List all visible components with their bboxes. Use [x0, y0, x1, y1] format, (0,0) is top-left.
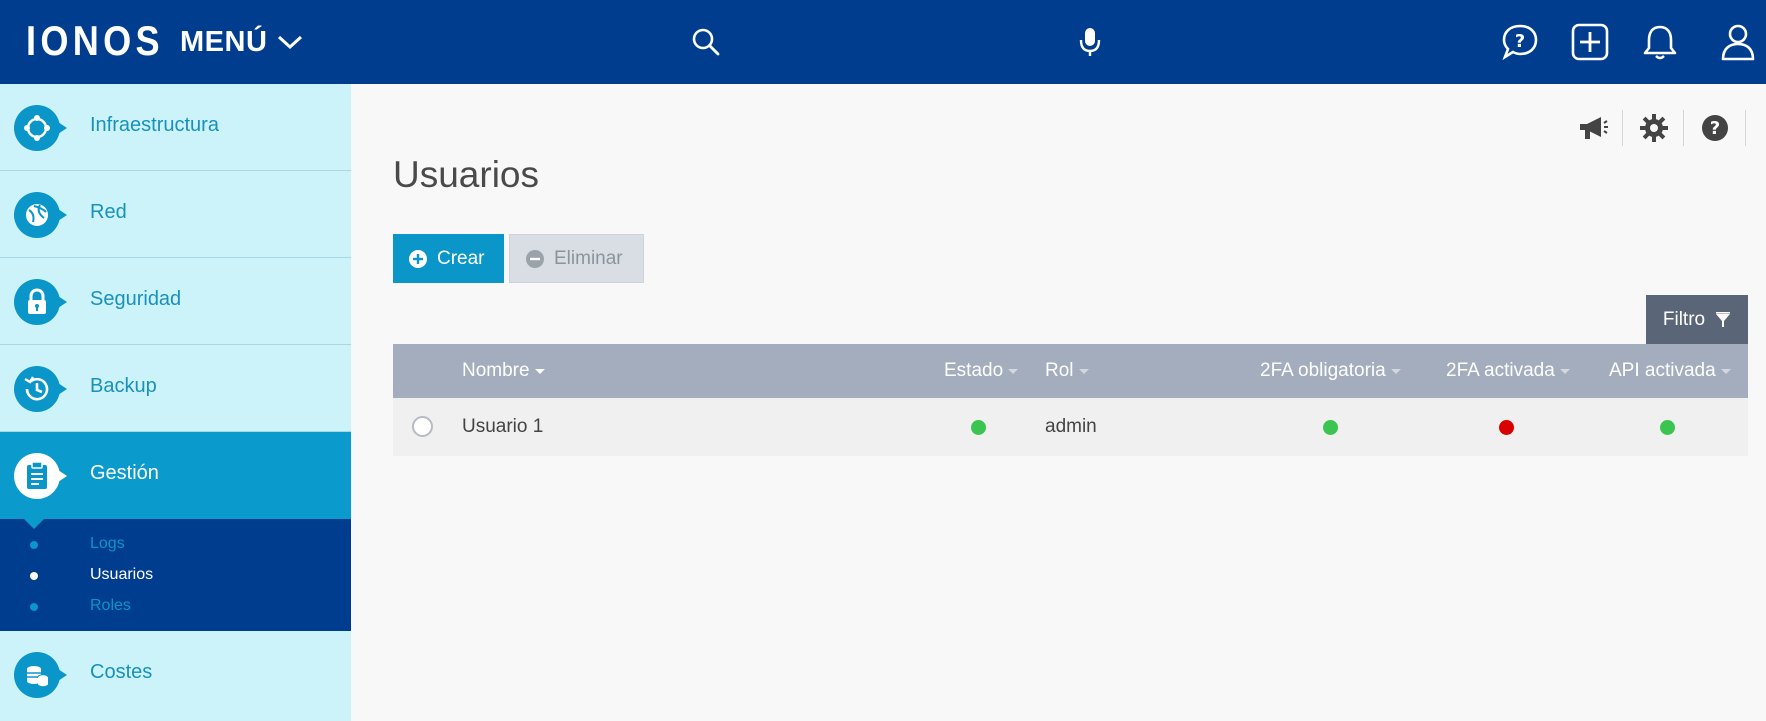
table-header: Nombre Estado Rol 2FA obligatoria 2FA ac…: [393, 344, 1748, 398]
sort-caret-icon: [1008, 368, 1019, 374]
delete-button-label: Eliminar: [554, 247, 623, 269]
sidebar-item-backup[interactable]: Backup: [0, 345, 351, 432]
filter-icon: [1716, 311, 1731, 327]
column-label: Rol: [1045, 360, 1074, 381]
infrastructure-icon: [14, 105, 67, 151]
bullet-dot: [30, 572, 38, 580]
sidebar-item-label: Red: [90, 201, 127, 223]
status-dot-2fa-obligatoria: [1323, 420, 1338, 435]
submenu-item-label: Logs: [90, 535, 125, 552]
plus-circle-icon: [409, 249, 427, 268]
sort-caret-icon: [534, 368, 545, 374]
svg-text:?: ?: [1710, 118, 1720, 139]
submenu-item-roles[interactable]: Roles: [0, 593, 351, 621]
submenu-gestion: Logs Usuarios Roles: [0, 519, 351, 631]
sidebar-item-label: Seguridad: [90, 288, 182, 310]
microphone-icon[interactable]: [1068, 20, 1112, 64]
column-header-2fa-obligatoria[interactable]: 2FA obligatoria: [1260, 360, 1401, 382]
separator: [1622, 110, 1623, 146]
sidebar-item-infraestructura[interactable]: Infraestructura: [0, 84, 351, 171]
chevron-down-icon: [278, 35, 303, 50]
column-label: 2FA activada: [1446, 360, 1555, 381]
user-icon[interactable]: [1716, 20, 1760, 64]
question-icon[interactable]: ?: [1695, 108, 1735, 148]
network-globe-icon: [14, 192, 67, 238]
separator: [1745, 110, 1746, 146]
column-label: Nombre: [462, 360, 530, 381]
create-button-label: Crear: [437, 247, 485, 269]
sidebar-item-seguridad[interactable]: Seguridad: [0, 258, 351, 345]
active-pointer: [24, 519, 44, 529]
megaphone-icon[interactable]: [1573, 108, 1613, 148]
filter-button-label: Filtro: [1662, 308, 1706, 330]
menu-button[interactable]: MENÚ: [180, 20, 303, 64]
submenu-item-logs[interactable]: Logs: [0, 531, 351, 559]
column-header-nombre[interactable]: Nombre: [462, 360, 545, 382]
sidebar-item-label: Gestión: [90, 462, 159, 484]
submenu-item-label: Usuarios: [90, 566, 154, 583]
submenu-item-label: Roles: [90, 597, 131, 614]
backup-clock-icon: [14, 366, 67, 412]
submenu-item-usuarios[interactable]: Usuarios: [0, 562, 351, 590]
coins-icon: [14, 652, 67, 698]
top-bar: IONOS MENÚ ?: [0, 0, 1766, 84]
minus-circle-icon: [526, 249, 544, 268]
sidebar: Infraestructura Red Seguridad Backup Ges…: [0, 84, 351, 721]
table-row[interactable]: Usuario 1 admin: [393, 398, 1748, 456]
search-icon[interactable]: [684, 20, 728, 64]
menu-label: MENÚ: [180, 25, 268, 58]
ionos-logo[interactable]: IONOS: [26, 18, 164, 64]
sort-caret-icon: [1559, 368, 1570, 374]
sidebar-item-label: Infraestructura: [90, 114, 219, 136]
sidebar-item-red[interactable]: Red: [0, 171, 351, 258]
clipboard-icon: [14, 453, 67, 499]
column-header-api-activada[interactable]: API activada: [1609, 360, 1731, 382]
column-header-estado[interactable]: Estado: [944, 360, 1019, 382]
lock-icon: [14, 279, 67, 325]
status-dot-2fa-activada: [1499, 420, 1514, 435]
sidebar-item-costes[interactable]: Costes: [0, 631, 351, 718]
sort-caret-icon: [1078, 368, 1089, 374]
svg-text:?: ?: [1515, 31, 1525, 52]
sort-caret-icon: [1720, 368, 1731, 374]
status-dot-estado: [971, 420, 986, 435]
sidebar-item-gestion[interactable]: Gestión: [0, 432, 351, 529]
users-table: Nombre Estado Rol 2FA obligatoria 2FA ac…: [393, 344, 1748, 456]
column-header-rol[interactable]: Rol: [1045, 360, 1089, 382]
page-title: Usuarios: [393, 154, 539, 195]
column-header-2fa-activada[interactable]: 2FA activada: [1446, 360, 1570, 382]
column-label: Estado: [944, 360, 1004, 381]
status-dot-api-activada: [1660, 420, 1675, 435]
bullet-dot: [30, 603, 38, 611]
create-button[interactable]: Crear: [393, 234, 504, 283]
delete-button[interactable]: Eliminar: [509, 234, 644, 283]
bullet-dot: [30, 541, 38, 549]
sidebar-item-label: Costes: [90, 661, 153, 683]
filter-button[interactable]: Filtro: [1646, 295, 1748, 344]
column-label: 2FA obligatoria: [1260, 360, 1386, 381]
separator: [1683, 110, 1684, 146]
add-icon[interactable]: [1568, 20, 1612, 64]
cell-nombre: Usuario 1: [462, 416, 544, 437]
bell-icon[interactable]: [1638, 20, 1682, 64]
cell-rol: admin: [1045, 416, 1097, 437]
gear-icon[interactable]: [1634, 108, 1674, 148]
row-select-radio[interactable]: [412, 416, 433, 437]
sidebar-item-label: Backup: [90, 375, 157, 397]
sort-caret-icon: [1390, 368, 1401, 374]
help-chat-icon[interactable]: ?: [1498, 20, 1542, 64]
column-label: API activada: [1609, 360, 1716, 381]
